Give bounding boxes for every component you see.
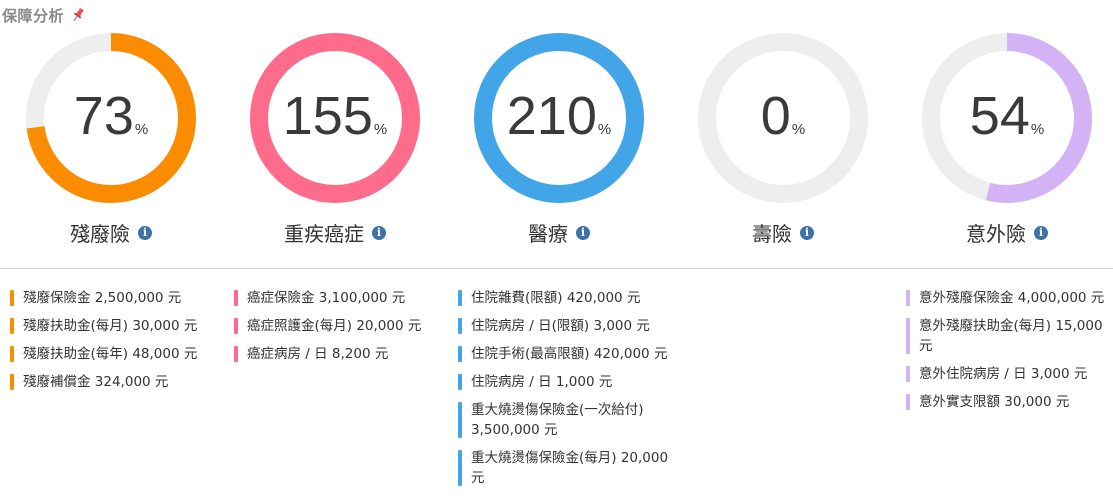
gauge-disability[interactable]: 73% 殘廢險 i <box>11 30 211 250</box>
gauge-unit: % <box>791 121 806 138</box>
gauge-label: 醫療 i <box>459 218 659 247</box>
color-marker <box>458 290 462 306</box>
coverage-item: 住院病房 / 日 1,000 元 <box>458 372 673 392</box>
info-icon[interactable]: i <box>138 225 152 240</box>
coverage-item-text: 住院病房 / 日 1,000 元 <box>471 374 613 390</box>
gauge-value: 0% <box>683 86 883 146</box>
coverage-item: 重大燒燙傷保險金(每月) 20,000 元 <box>458 448 673 488</box>
info-icon[interactable]: i <box>800 225 814 240</box>
color-marker <box>458 374 462 390</box>
coverage-item-text: 意外實支限額 30,000 元 <box>919 394 1070 410</box>
coverage-item-text: 殘廢保險金 2,500,000 元 <box>23 290 182 306</box>
gauge-number: 155 <box>282 86 373 146</box>
info-icon[interactable]: i <box>372 225 386 240</box>
color-marker <box>10 374 14 390</box>
coverage-item: 殘廢補償金 324,000 元 <box>10 372 225 392</box>
color-marker <box>10 346 14 362</box>
coverage-item: 癌症病房 / 日 8,200 元 <box>234 344 449 364</box>
gauge-label: 意外險 i <box>907 218 1107 247</box>
coverage-item-text: 重大燒燙傷保險金(一次給付) 3,500,000 元 <box>471 402 644 438</box>
color-marker <box>10 318 14 334</box>
coverage-item: 殘廢保險金 2,500,000 元 <box>10 288 225 308</box>
gauge-number: 0 <box>760 86 791 146</box>
coverage-item-text: 重大燒燙傷保險金(每月) 20,000 元 <box>471 450 669 486</box>
coverage-item: 意外實支限額 30,000 元 <box>906 392 1106 412</box>
coverage-item: 殘廢扶助金(每年) 48,000 元 <box>10 344 225 364</box>
detail-column-accident: 意外殘廢保險金 4,000,000 元意外殘廢扶助金(每月) 15,000 元意外… <box>906 288 1106 420</box>
color-marker <box>234 346 238 362</box>
section-header: 保障分析 <box>2 4 86 26</box>
color-marker <box>458 346 462 362</box>
gauge-number: 210 <box>506 86 597 146</box>
coverage-item: 意外殘廢保險金 4,000,000 元 <box>906 288 1106 308</box>
gauge-medical[interactable]: 210% 醫療 i <box>459 30 659 250</box>
coverage-item: 重大燒燙傷保險金(一次給付) 3,500,000 元 <box>458 400 673 440</box>
coverage-item: 意外住院病房 / 日 3,000 元 <box>906 364 1106 384</box>
coverage-item-text: 意外殘廢保險金 4,000,000 元 <box>919 290 1105 306</box>
gauge-unit: % <box>373 121 388 138</box>
coverage-item-text: 殘廢扶助金(每年) 48,000 元 <box>23 346 198 362</box>
coverage-item-text: 殘廢扶助金(每月) 30,000 元 <box>23 318 198 334</box>
info-icon[interactable]: i <box>1034 225 1048 240</box>
coverage-item-text: 意外住院病房 / 日 3,000 元 <box>919 366 1088 382</box>
coverage-item: 住院手術(最高限額) 420,000 元 <box>458 344 673 364</box>
gauge-cancer[interactable]: 155% 重疾癌症 i <box>235 30 435 250</box>
gauge-unit: % <box>1030 121 1045 138</box>
coverage-item: 癌症保險金 3,100,000 元 <box>234 288 449 308</box>
color-marker <box>458 402 462 438</box>
coverage-item-text: 癌症病房 / 日 8,200 元 <box>247 346 389 362</box>
color-marker <box>10 290 14 306</box>
coverage-item: 住院雜費(限額) 420,000 元 <box>458 288 673 308</box>
gauge-label: 殘廢險 i <box>11 218 211 247</box>
gauge-value: 73% <box>11 86 211 146</box>
color-marker <box>906 366 910 382</box>
coverage-item-text: 住院手術(最高限額) 420,000 元 <box>471 346 668 362</box>
coverage-details: 殘廢保險金 2,500,000 元殘廢扶助金(每月) 30,000 元殘廢扶助金… <box>0 288 1113 504</box>
gauge-accident[interactable]: 54% 意外險 i <box>907 30 1107 250</box>
divider <box>0 268 1113 269</box>
gauge-value: 155% <box>235 86 435 146</box>
detail-column-medical: 住院雜費(限額) 420,000 元住院病房 / 日(限額) 3,000 元住院… <box>458 288 673 496</box>
pin-icon[interactable] <box>70 7 86 23</box>
color-marker <box>234 290 238 306</box>
gauge-number: 73 <box>73 86 134 146</box>
gauge-label-text: 意外險 <box>966 222 1026 246</box>
gauge-label-text: 壽險 <box>752 222 792 246</box>
color-marker <box>906 318 910 354</box>
gauge-label: 重疾癌症 i <box>235 218 435 247</box>
coverage-item-text: 殘廢補償金 324,000 元 <box>23 374 169 390</box>
gauge-label-text: 殘廢險 <box>70 222 130 246</box>
gauge-label: 壽險 i <box>683 218 883 247</box>
coverage-item-text: 癌症保險金 3,100,000 元 <box>247 290 406 306</box>
gauge-label-text: 醫療 <box>528 222 568 246</box>
color-marker <box>458 318 462 334</box>
detail-column-disability: 殘廢保險金 2,500,000 元殘廢扶助金(每月) 30,000 元殘廢扶助金… <box>10 288 225 400</box>
gauge-unit: % <box>597 121 612 138</box>
gauge-value: 210% <box>459 86 659 146</box>
info-icon[interactable]: i <box>576 225 590 240</box>
gauge-life[interactable]: 0% 壽險 i <box>683 30 883 250</box>
color-marker <box>906 290 910 306</box>
gauge-label-text: 重疾癌症 <box>284 222 364 246</box>
coverage-item-text: 住院病房 / 日(限額) 3,000 元 <box>471 318 650 334</box>
gauge-unit: % <box>134 121 149 138</box>
gauge-row: 73% 殘廢險 i 155% 重疾癌症 i 210% 醫療 i 0% 壽險 i … <box>0 30 1113 250</box>
coverage-item: 住院病房 / 日(限額) 3,000 元 <box>458 316 673 336</box>
coverage-item-text: 意外殘廢扶助金(每月) 15,000 元 <box>919 318 1103 354</box>
coverage-item: 意外殘廢扶助金(每月) 15,000 元 <box>906 316 1106 356</box>
color-marker <box>906 394 910 410</box>
coverage-item-text: 住院雜費(限額) 420,000 元 <box>471 290 641 306</box>
coverage-item-text: 癌症照護金(每月) 20,000 元 <box>247 318 422 334</box>
color-marker <box>458 450 462 486</box>
coverage-item: 殘廢扶助金(每月) 30,000 元 <box>10 316 225 336</box>
color-marker <box>234 318 238 334</box>
gauge-value: 54% <box>907 86 1107 146</box>
detail-column-cancer: 癌症保險金 3,100,000 元癌症照護金(每月) 20,000 元癌症病房 … <box>234 288 449 372</box>
coverage-item: 癌症照護金(每月) 20,000 元 <box>234 316 449 336</box>
section-title: 保障分析 <box>2 6 65 25</box>
gauge-number: 54 <box>969 86 1030 146</box>
